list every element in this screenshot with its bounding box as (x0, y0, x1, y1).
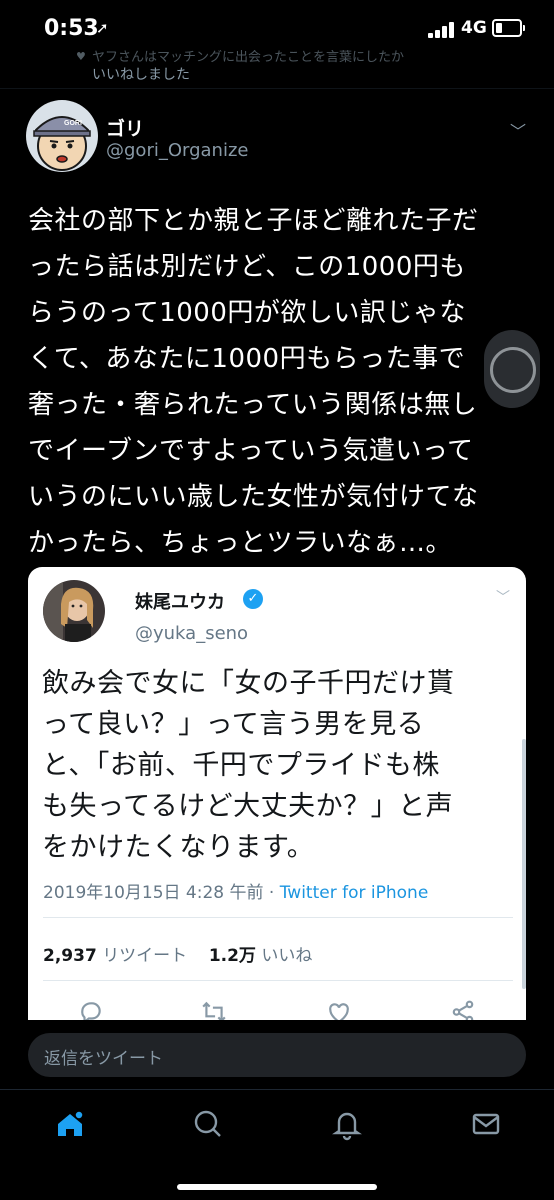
social-context-line1: ヤフさんはマッチングに出会ったことを言葉にしたか (92, 50, 405, 65)
header-divider (0, 88, 554, 89)
search-icon[interactable] (186, 1102, 230, 1146)
quoted-tweet-meta: 2019年10月15日 4:28 午前 · Twitter for iPhone (43, 878, 428, 903)
quoted-tweet-timestamp: 2019年10月15日 4:28 午前 · (43, 883, 280, 903)
author-avatar[interactable]: GORI (26, 100, 98, 172)
quoted-author-name[interactable]: 妹尾ユウカ (135, 588, 225, 614)
location-arrow-icon: ➚ (96, 19, 109, 37)
status-time: 0:53 (44, 16, 99, 41)
tweet-menu-chevron-icon[interactable]: ﹀ (510, 118, 526, 142)
likes-label[interactable]: いいね (261, 946, 312, 966)
messages-icon[interactable] (464, 1102, 508, 1146)
author-handle[interactable]: @gori_Organize (106, 140, 248, 161)
assistive-touch-button[interactable] (484, 330, 540, 408)
network-type: 4G (461, 18, 487, 38)
quoted-tweet-chevron-icon[interactable]: ﹀ (496, 587, 510, 607)
quoted-divider (43, 980, 513, 981)
signal-strength-icon (428, 22, 456, 38)
quoted-card-scrollbar (522, 739, 526, 989)
quoted-tweet-text: 飲み会で女に「女の子千円だけ貰 って良い？」って言う男を見る と、「お前、千円で… (42, 668, 455, 863)
quoted-author-avatar[interactable] (43, 580, 105, 642)
home-indicator[interactable] (177, 1184, 377, 1190)
quoted-tweet-stats: 2,937 リツイート 1.2万 いいね (43, 941, 312, 966)
quoted-author-handle[interactable]: @yuka_seno (135, 623, 248, 644)
retweets-count[interactable]: 2,937 (43, 946, 97, 966)
reply-placeholder: 返信をツイート (44, 1049, 163, 1069)
liked-context-icon: ♥ (76, 50, 86, 63)
home-icon[interactable] (48, 1102, 92, 1146)
quoted-tweet-source-link[interactable]: Twitter for iPhone (280, 883, 429, 903)
quoted-divider (43, 917, 513, 918)
retweets-label[interactable]: リツイート (102, 946, 187, 966)
tweet-text: 会社の部下とか親と子ほど離れた子だ ったら話は別だけど、この1000円も らうの… (28, 206, 479, 558)
verified-badge-icon: ✓ (243, 589, 263, 609)
tab-bar (0, 1090, 554, 1160)
battery-icon (492, 19, 525, 37)
reply-input[interactable]: 返信をツイート (28, 1033, 526, 1077)
bottom-bar: 返信をツイート (0, 1020, 554, 1200)
cap-logo-text: GORI (64, 120, 82, 127)
social-context-line2: いいねしました (92, 67, 190, 83)
likes-count[interactable]: 1.2万 (209, 946, 256, 966)
author-name[interactable]: ゴリ (106, 114, 144, 141)
notifications-icon[interactable] (325, 1102, 369, 1146)
quoted-tweet-card[interactable]: 妹尾ユウカ ✓ @yuka_seno ﹀ 飲み会で女に「女の子千円だけ貰 って良… (28, 567, 526, 1037)
